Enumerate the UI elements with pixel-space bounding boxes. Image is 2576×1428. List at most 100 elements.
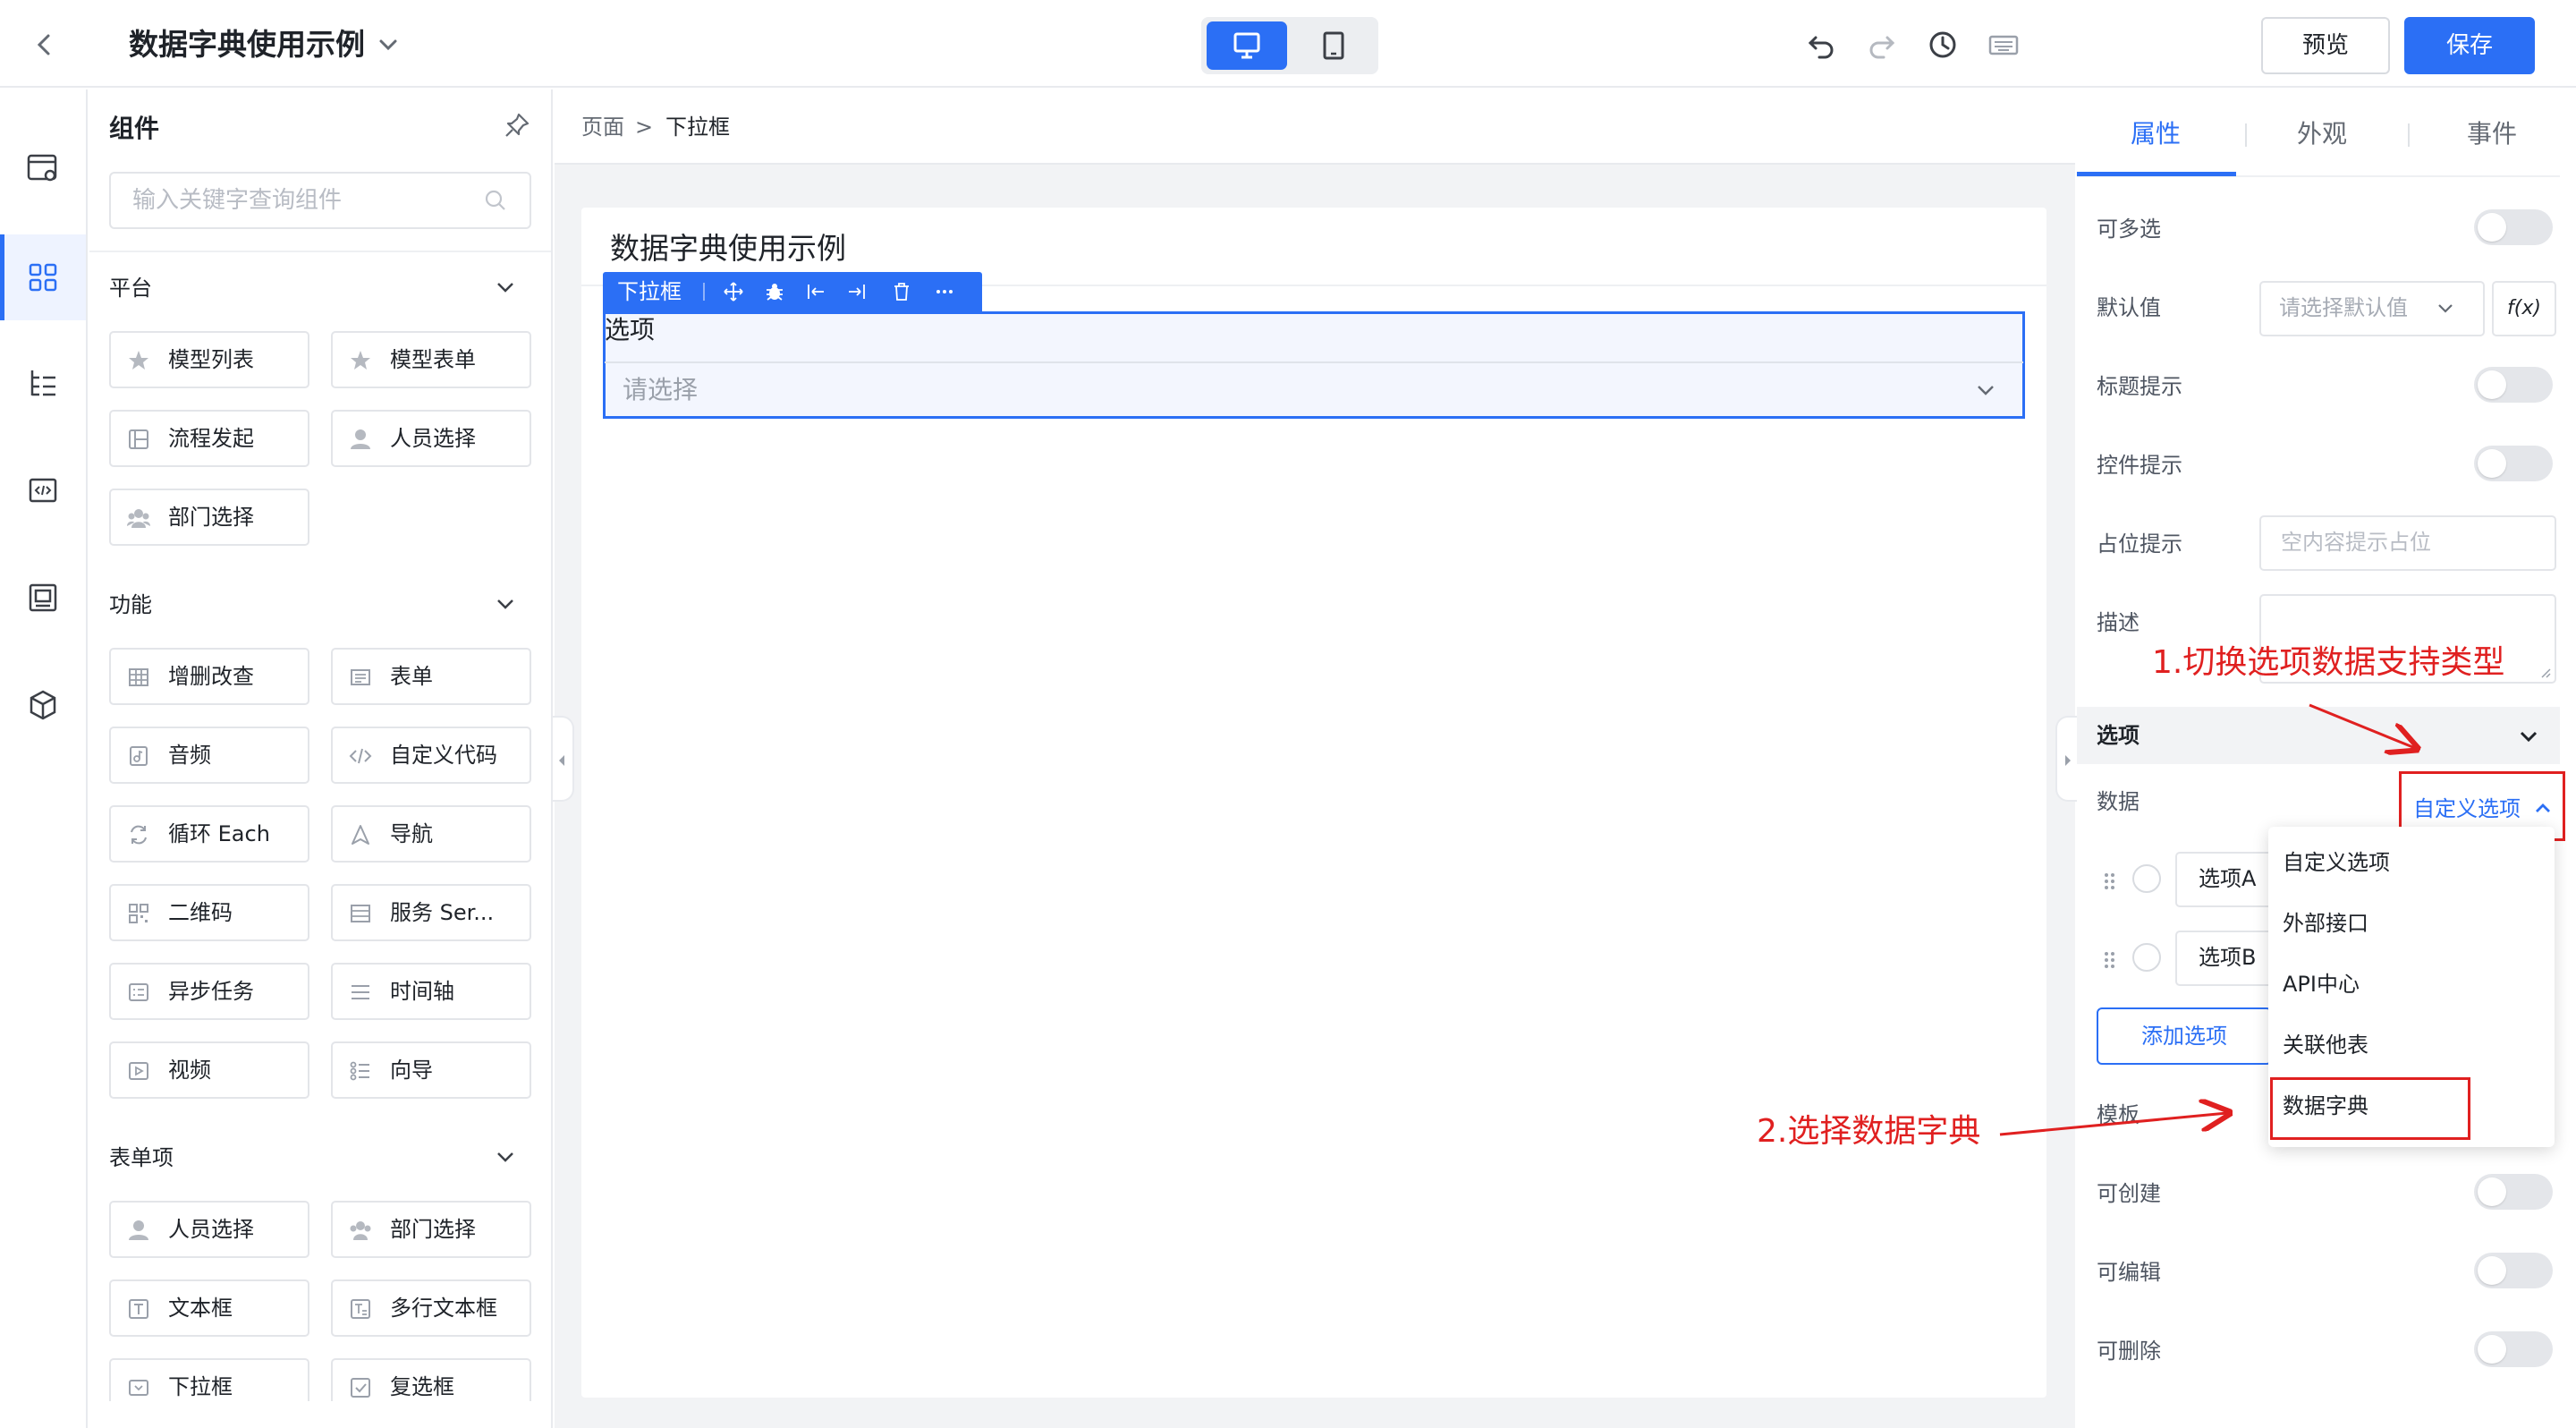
component-chip[interactable]: 时间轴: [331, 963, 531, 1020]
dropdown-item-related-table[interactable]: 关联他表: [2268, 1015, 2555, 1075]
bug-icon[interactable]: [764, 281, 785, 302]
component-chip-label: 模型列表: [168, 347, 254, 372]
collapse-panel-handle[interactable]: [2055, 716, 2077, 802]
dropdown-select-placeholder: 请选择: [623, 375, 699, 404]
control-tip-label: 控件提示: [2097, 453, 2182, 478]
component-chip[interactable]: 导航: [331, 805, 531, 863]
more-ellipsis-icon[interactable]: [934, 281, 955, 302]
component-chip[interactable]: 下拉框: [109, 1358, 309, 1401]
tab-events[interactable]: 事件: [2467, 113, 2517, 156]
option-input-value: 选项B: [2199, 945, 2257, 970]
section-collapse-chevron-icon[interactable]: [492, 591, 519, 617]
pin-icon[interactable]: [501, 109, 533, 141]
section-title-features: 功能: [109, 592, 152, 617]
component-chip[interactable]: 人员选择: [331, 410, 531, 467]
rail-packages[interactable]: [0, 662, 86, 748]
option-default-radio[interactable]: [2132, 864, 2161, 893]
drag-handle-icon[interactable]: [2102, 947, 2118, 973]
component-chip-label: 视频: [168, 1058, 211, 1083]
trash-icon[interactable]: [891, 281, 912, 302]
component-chip[interactable]: 二维码: [109, 884, 309, 941]
history-clock-icon[interactable]: [1925, 27, 1961, 63]
component-chip[interactable]: 模型列表: [109, 331, 309, 388]
component-chip-label: 人员选择: [168, 1217, 254, 1242]
section-collapse-chevron-icon[interactable]: [492, 274, 519, 301]
component-chip[interactable]: 视频: [109, 1041, 309, 1099]
components-panel-title: 组件: [109, 114, 160, 143]
component-chip[interactable]: 部门选择: [109, 489, 309, 546]
keyboard-icon[interactable]: [1986, 27, 2021, 63]
component-chip[interactable]: 复选框: [331, 1358, 531, 1401]
title-dropdown-chevron-icon[interactable]: [374, 30, 402, 59]
tab-appearance[interactable]: 外观: [2297, 113, 2347, 156]
component-chip-label: 多行文本框: [390, 1296, 497, 1321]
preview-button[interactable]: 预览: [2261, 17, 2390, 74]
rail-outline-tree[interactable]: [0, 340, 86, 426]
formula-fx-button[interactable]: f(x): [2492, 281, 2556, 336]
add-option-button[interactable]: 添加选项: [2097, 1007, 2272, 1065]
component-chip[interactable]: 自定义代码: [331, 727, 531, 784]
component-chip[interactable]: 模型表单: [331, 331, 531, 388]
task-list-icon: [129, 983, 148, 1001]
monitor-icon: [1233, 32, 1260, 59]
multi-select-toggle[interactable]: [2474, 209, 2553, 245]
tablet-view-button[interactable]: [1293, 21, 1374, 70]
component-chip-label: 时间轴: [390, 979, 454, 1004]
dropdown-item-external-api[interactable]: 外部接口: [2268, 893, 2555, 954]
service-icon: [351, 905, 370, 922]
component-chip[interactable]: 人员选择: [109, 1201, 309, 1258]
drag-handle-icon[interactable]: [2102, 868, 2118, 895]
align-left-icon[interactable]: [805, 281, 826, 302]
breadcrumb-item-page[interactable]: 页面: [581, 109, 624, 145]
control-tip-toggle[interactable]: [2474, 446, 2553, 481]
editable-toggle[interactable]: [2474, 1253, 2553, 1288]
component-chip-label: 复选框: [390, 1374, 454, 1399]
component-chip-label: 导航: [390, 821, 433, 846]
tab-properties[interactable]: 属性: [2131, 113, 2181, 156]
undo-icon[interactable]: [1803, 27, 1839, 63]
section-title-form-items: 表单项: [109, 1145, 174, 1170]
title-tip-toggle[interactable]: [2474, 367, 2553, 403]
component-chip-label: 循环 Each: [168, 821, 270, 846]
default-value-placeholder: 请选择默认值: [2279, 295, 2408, 320]
component-chip[interactable]: 文本框: [109, 1279, 309, 1337]
component-chip[interactable]: 服务 Ser...: [331, 884, 531, 941]
component-chip-label: 模型表单: [390, 347, 476, 372]
component-chip[interactable]: 循环 Each: [109, 805, 309, 863]
component-chip-label: 文本框: [168, 1296, 233, 1321]
component-chip[interactable]: 异步任务: [109, 963, 309, 1020]
rail-page-settings[interactable]: [0, 125, 86, 211]
active-tab-indicator: [2077, 172, 2236, 176]
redo-icon[interactable]: [1864, 27, 1900, 63]
option-default-radio[interactable]: [2132, 943, 2161, 972]
component-chip[interactable]: 增删改查: [109, 648, 309, 705]
desktop-view-button[interactable]: [1207, 21, 1287, 70]
rail-components[interactable]: [0, 234, 86, 320]
collapse-panel-handle[interactable]: [553, 716, 574, 802]
flow-icon: [129, 429, 148, 449]
section-collapse-chevron-icon[interactable]: [492, 1143, 519, 1170]
align-right-icon[interactable]: [846, 281, 868, 302]
rail-data-source[interactable]: [0, 555, 86, 641]
save-button[interactable]: 保存: [2404, 17, 2535, 74]
rail-code[interactable]: [0, 447, 86, 533]
chevron-down-icon: [2433, 295, 2458, 320]
creatable-toggle[interactable]: [2474, 1174, 2553, 1210]
options-section-header[interactable]: [2077, 707, 2560, 764]
dropdown-item-api-center[interactable]: API中心: [2268, 954, 2555, 1015]
component-chip[interactable]: 部门选择: [331, 1201, 531, 1258]
deletable-toggle[interactable]: [2474, 1331, 2553, 1367]
table-grid-icon: [129, 668, 148, 686]
component-chip[interactable]: 多行文本框: [331, 1279, 531, 1337]
component-chip[interactable]: 向导: [331, 1041, 531, 1099]
dropdown-item-custom-options[interactable]: 自定义选项: [2268, 832, 2555, 893]
component-chip[interactable]: 表单: [331, 648, 531, 705]
back-chevron-icon[interactable]: [25, 25, 64, 64]
component-chip[interactable]: 流程发起: [109, 410, 309, 467]
breadcrumb: [555, 89, 2075, 165]
component-chip[interactable]: 音频: [109, 727, 309, 784]
checkbox-icon: [351, 1378, 370, 1398]
deletable-label: 可删除: [2097, 1339, 2161, 1364]
move-icon[interactable]: [723, 281, 744, 302]
dropdown-select[interactable]: [605, 361, 2023, 417]
